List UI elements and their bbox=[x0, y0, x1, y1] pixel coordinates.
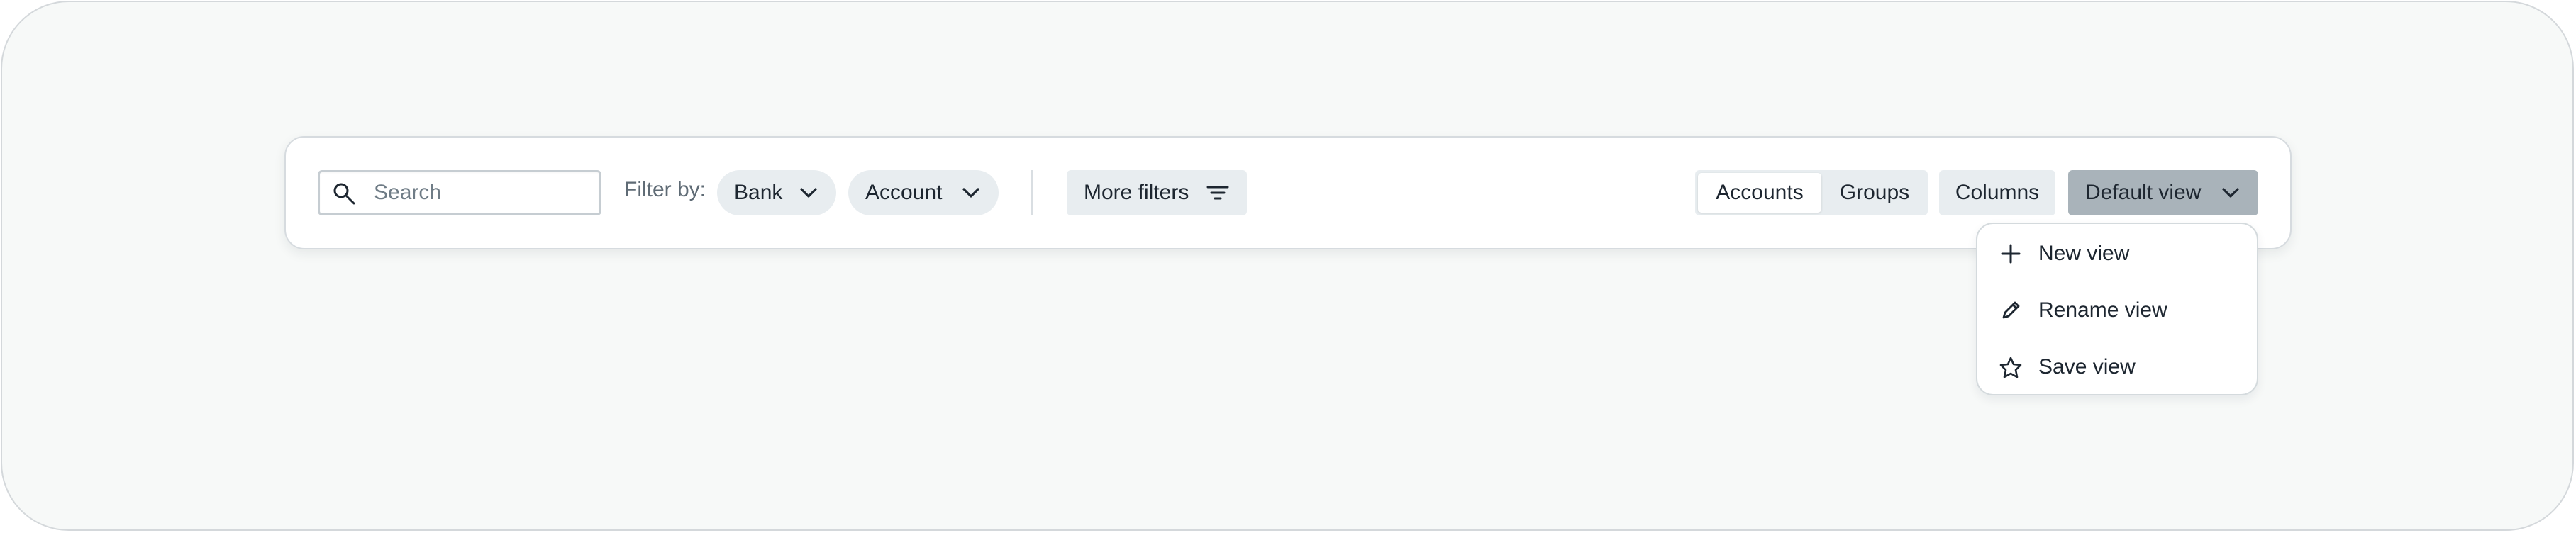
default-view-label: Default view bbox=[2085, 181, 2202, 204]
default-view-button[interactable]: Default view bbox=[2068, 170, 2258, 215]
new-view-menu-item[interactable]: New view bbox=[1977, 231, 2257, 276]
view-options-menu: New view Rename view Save view bbox=[1976, 223, 2258, 395]
filter-by-label: Filter by: bbox=[624, 178, 706, 201]
columns-button[interactable]: Columns bbox=[1939, 170, 2055, 215]
rename-view-menu-item[interactable]: Rename view bbox=[1977, 288, 2257, 333]
filter-lines-icon bbox=[1206, 186, 1229, 200]
account-filter-button[interactable]: Account bbox=[848, 170, 999, 215]
toolbar-divider bbox=[1031, 170, 1033, 215]
tab-accounts[interactable]: Accounts bbox=[1698, 173, 1821, 213]
pencil-icon bbox=[2002, 301, 2020, 319]
new-view-label: New view bbox=[2038, 242, 2130, 265]
plus-icon bbox=[2001, 244, 2021, 264]
search-icon bbox=[333, 183, 355, 205]
bank-filter-label: Bank bbox=[734, 181, 783, 204]
rename-view-label: Rename view bbox=[2038, 298, 2167, 322]
more-filters-button[interactable]: More filters bbox=[1067, 170, 1247, 215]
star-icon bbox=[1999, 357, 2022, 378]
account-filter-label: Account bbox=[865, 181, 943, 204]
more-filters-label: More filters bbox=[1084, 181, 1189, 204]
bank-filter-button[interactable]: Bank bbox=[717, 170, 836, 215]
chevron-down-icon bbox=[2222, 188, 2239, 198]
view-tabs: Accounts Groups bbox=[1695, 170, 1928, 215]
save-view-label: Save view bbox=[2038, 355, 2136, 378]
chevron-down-icon bbox=[962, 188, 979, 198]
search-box[interactable] bbox=[318, 170, 601, 215]
chevron-down-icon bbox=[800, 188, 817, 198]
tab-groups[interactable]: Groups bbox=[1824, 173, 1925, 213]
save-view-menu-item[interactable]: Save view bbox=[1977, 344, 2257, 390]
search-input[interactable] bbox=[374, 178, 587, 208]
